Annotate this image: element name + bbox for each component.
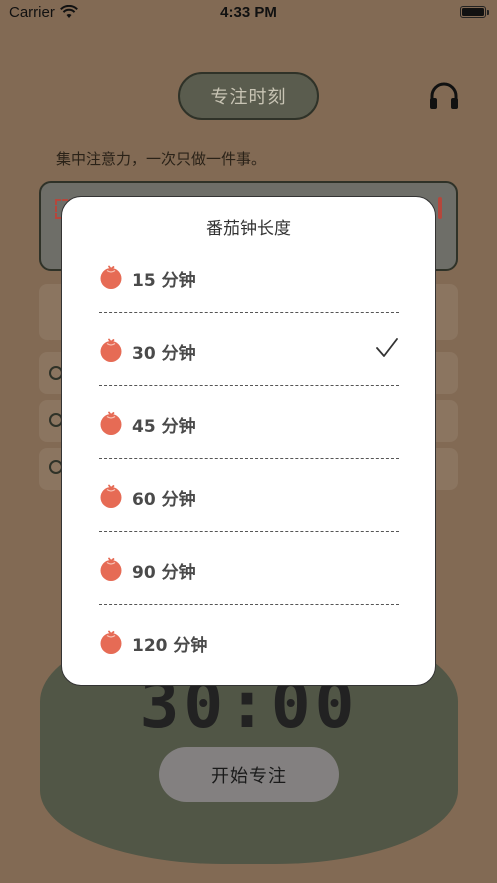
tomato-icon — [100, 630, 122, 654]
option-divider — [99, 385, 399, 386]
page-title[interactable]: 专注时刻 — [178, 72, 319, 120]
status-time: 4:33 PM — [220, 4, 277, 21]
duration-option-120[interactable]: 120 分钟 — [99, 622, 399, 662]
duration-option-label: 30 分钟 — [132, 344, 196, 364]
modal-title: 番茄钟长度 — [206, 219, 291, 239]
duration-option-45[interactable]: 45 分钟 — [99, 403, 399, 443]
status-bar: Carrier 4:33 PM — [0, 0, 497, 26]
tomato-icon — [100, 411, 122, 435]
checkmark-icon — [376, 338, 398, 357]
duration-option-label: 45 分钟 — [132, 417, 196, 437]
option-divider — [99, 458, 399, 459]
battery-icon — [460, 6, 489, 18]
duration-option-label: 90 分钟 — [132, 563, 196, 583]
duration-option-60[interactable]: 60 分钟 — [99, 476, 399, 516]
option-divider — [99, 312, 399, 313]
duration-option-30[interactable]: 30 分钟 — [99, 330, 399, 370]
motto-text: 集中注意力，一次只做一件事。 — [56, 150, 267, 168]
duration-option-label: 15 分钟 — [132, 271, 196, 291]
option-divider — [99, 531, 399, 532]
duration-option-label: 120 分钟 — [132, 636, 208, 656]
duration-option-label: 60 分钟 — [132, 490, 196, 510]
duration-option-90[interactable]: 90 分钟 — [99, 549, 399, 589]
tomato-icon — [100, 484, 122, 508]
option-divider — [99, 604, 399, 605]
duration-option-15[interactable]: 15 分钟 — [99, 257, 399, 297]
start-focus-button[interactable]: 开始专注 — [159, 747, 339, 802]
headphones-icon[interactable] — [428, 80, 460, 112]
duration-picker-modal: 番茄钟长度 15 分钟 30 分钟 45 分钟 60 分钟 90 分钟 120 … — [61, 196, 436, 686]
tomato-icon — [100, 557, 122, 581]
task-cursor-mark — [438, 197, 442, 219]
tomato-icon — [100, 338, 122, 362]
tomato-icon — [100, 265, 122, 289]
